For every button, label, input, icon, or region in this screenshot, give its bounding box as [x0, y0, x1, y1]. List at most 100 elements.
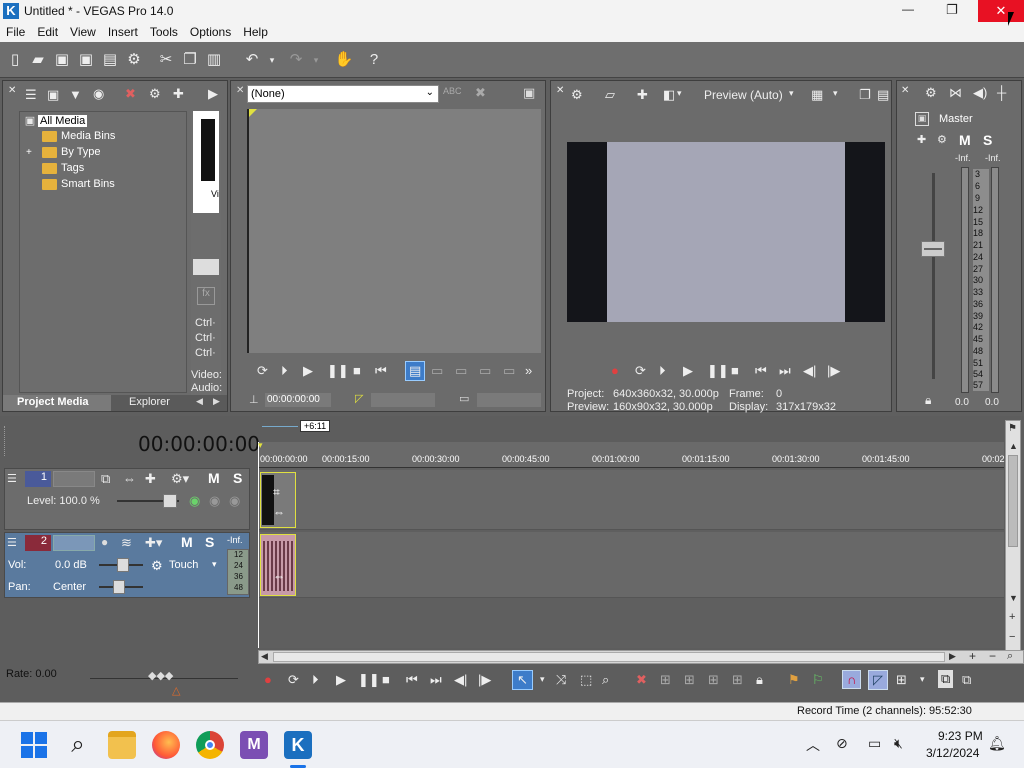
- redo-icon[interactable]: ↷: [286, 50, 306, 70]
- ripple-edit-icon[interactable]: ⊞: [896, 672, 907, 688]
- previous-frame-icon[interactable]: ◀|: [454, 672, 467, 688]
- lock-envelopes-icon[interactable]: ⧉: [938, 670, 954, 688]
- selection-field[interactable]: [371, 393, 435, 407]
- web-icon[interactable]: ◉: [93, 86, 104, 102]
- video-track-lane[interactable]: [258, 470, 1004, 530]
- stop-icon[interactable]: ■: [731, 363, 739, 378]
- panel-play-icon[interactable]: ▶: [208, 86, 218, 102]
- scroll-down-icon[interactable]: ▼: [1009, 593, 1018, 603]
- loop-icon[interactable]: ⟳: [635, 363, 646, 379]
- open-icon[interactable]: ▰: [28, 50, 48, 70]
- master-close-icon[interactable]: ✕: [901, 85, 909, 96]
- play-icon[interactable]: ▶: [336, 672, 346, 688]
- selection-tool-icon[interactable]: ⬚: [580, 672, 592, 688]
- preview-close-icon[interactable]: ✕: [556, 85, 564, 96]
- stop-icon[interactable]: ■: [353, 363, 361, 378]
- audio-pan-icon[interactable]: ✚▾: [145, 535, 162, 551]
- render-icon[interactable]: ▤: [100, 50, 120, 70]
- trim-end-icon[interactable]: ⊞: [708, 672, 719, 688]
- in-point-icon[interactable]: ⊥: [249, 393, 259, 406]
- video-clip[interactable]: ⌗ ⇔: [260, 472, 296, 528]
- go-to-end-icon[interactable]: ⏭: [779, 363, 791, 379]
- track-collapse-icon[interactable]: ☰: [7, 472, 17, 485]
- zoom-edit-tool-icon[interactable]: ⌕: [602, 672, 609, 688]
- compositing-icon[interactable]: ⧉: [101, 471, 110, 487]
- fx-dropdown-icon[interactable]: ▾: [677, 88, 682, 99]
- paste-icon[interactable]: ▥: [204, 50, 224, 70]
- go-to-end-icon[interactable]: ⏭: [430, 672, 442, 688]
- tree-item-by-type[interactable]: + By Type: [26, 146, 101, 158]
- save-icon[interactable]: ▣: [52, 50, 72, 70]
- audio-solo-button[interactable]: S: [205, 534, 214, 550]
- envelope-tool-icon[interactable]: ⤨: [556, 672, 566, 688]
- insert-region-icon[interactable]: ⚐: [812, 672, 824, 688]
- menu-edit[interactable]: Edit: [31, 24, 64, 39]
- minimize-button[interactable]: —: [902, 2, 914, 16]
- parent-composite-icon[interactable]: ◉: [209, 493, 220, 509]
- auto-crossfade-icon[interactable]: ◸: [868, 670, 888, 690]
- visual-studio-icon[interactable]: M: [240, 731, 268, 759]
- snapping-icon[interactable]: ∩: [842, 670, 862, 689]
- trim-icon-1[interactable]: ▭: [431, 363, 443, 379]
- pause-icon[interactable]: ❚❚: [358, 672, 380, 688]
- properties-icon[interactable]: ⚙: [124, 50, 144, 70]
- firefox-icon[interactable]: [152, 731, 180, 759]
- master-gear-icon[interactable]: ⚙: [937, 133, 947, 146]
- menu-file[interactable]: File: [0, 24, 31, 39]
- master-fader-handle[interactable]: [921, 241, 945, 257]
- automation-mode[interactable]: Touch: [169, 559, 198, 571]
- track-motion-icon[interactable]: ⇔: [123, 471, 136, 486]
- overlays-icon[interactable]: ▦: [811, 87, 823, 103]
- play-from-start-icon[interactable]: ⏵: [312, 672, 319, 688]
- audio-mute-button[interactable]: M: [181, 534, 193, 550]
- zoom-out-vertical-icon[interactable]: −: [1009, 631, 1015, 643]
- selection-end-icon[interactable]: ▭: [459, 392, 469, 405]
- video-track-name-field[interactable]: [53, 471, 95, 487]
- master-fx-icon[interactable]: ✚: [917, 133, 926, 146]
- track-fx-icon[interactable]: ✚: [145, 471, 156, 487]
- selection-length-field[interactable]: [477, 393, 541, 407]
- preview-properties-icon[interactable]: ⚙: [571, 87, 583, 103]
- volume-muted-icon[interactable]: 🔇︎: [894, 735, 903, 752]
- tree-item-all-media[interactable]: ▣ All Media: [22, 114, 88, 127]
- zoom-in-vertical-icon[interactable]: +: [1009, 611, 1015, 623]
- trim-icon-3[interactable]: ▭: [479, 363, 491, 379]
- insert-marker-icon[interactable]: ⚑: [788, 672, 800, 688]
- cut-icon[interactable]: ✂: [156, 50, 176, 70]
- normal-edit-tool-icon[interactable]: ↖: [512, 670, 533, 690]
- previous-frame-icon[interactable]: ◀|: [803, 363, 816, 379]
- play-from-start-icon[interactable]: ⏵: [281, 363, 288, 379]
- tab-left-arrow-icon[interactable]: ◀: [196, 396, 203, 407]
- preview-quality-dropdown[interactable]: Preview (Auto): [704, 88, 783, 102]
- track-collapse-icon[interactable]: ☰: [7, 536, 17, 549]
- whats-this-help-icon[interactable]: ?: [364, 50, 384, 70]
- time-ruler[interactable]: 00:00:00:00 00:00:15:00 00:00:30:00 00:0…: [258, 442, 1005, 468]
- get-media-icon[interactable]: ▼: [69, 87, 82, 102]
- add-to-timeline-icon[interactable]: ▤: [405, 361, 426, 381]
- trimmer-close-icon[interactable]: ✕: [236, 85, 244, 96]
- track-gear-icon[interactable]: ⚙▾: [171, 471, 189, 487]
- overlays-dropdown-icon[interactable]: ▾: [833, 88, 838, 99]
- timeline-hscrollbar[interactable]: ◀ ▶ + − ⌕: [258, 649, 1024, 664]
- scroll-thumb[interactable]: [1008, 455, 1018, 547]
- rate-slider-handle[interactable]: ◆◆◆: [148, 669, 173, 682]
- menu-options[interactable]: Options: [184, 24, 237, 39]
- move-icon[interactable]: ⇔: [273, 569, 285, 583]
- redo-dropdown-icon[interactable]: ▾: [306, 50, 326, 70]
- trimmer-dropdown[interactable]: (None) ⌄: [247, 85, 439, 103]
- scroll-up-icon[interactable]: ▲: [1009, 441, 1018, 451]
- split-screen-icon[interactable]: ✚: [637, 87, 648, 103]
- move-icon[interactable]: ⇔: [273, 505, 285, 519]
- playhead[interactable]: [258, 442, 259, 648]
- stop-icon[interactable]: ■: [382, 672, 390, 687]
- capture-video-icon[interactable]: ▣: [47, 87, 59, 103]
- trim-icon[interactable]: ⊞: [660, 672, 671, 688]
- chrome-icon[interactable]: [196, 731, 224, 759]
- more-icon[interactable]: »: [525, 363, 532, 378]
- automation-gear-icon[interactable]: ⚙: [151, 558, 163, 574]
- search-icon[interactable]: ⌕: [64, 731, 92, 759]
- child-composite-icon[interactable]: ◉: [229, 493, 240, 509]
- downmix-icon[interactable]: ⋈: [949, 85, 962, 101]
- network-icon[interactable]: ⊘: [836, 735, 848, 752]
- next-frame-icon[interactable]: |▶: [827, 363, 840, 379]
